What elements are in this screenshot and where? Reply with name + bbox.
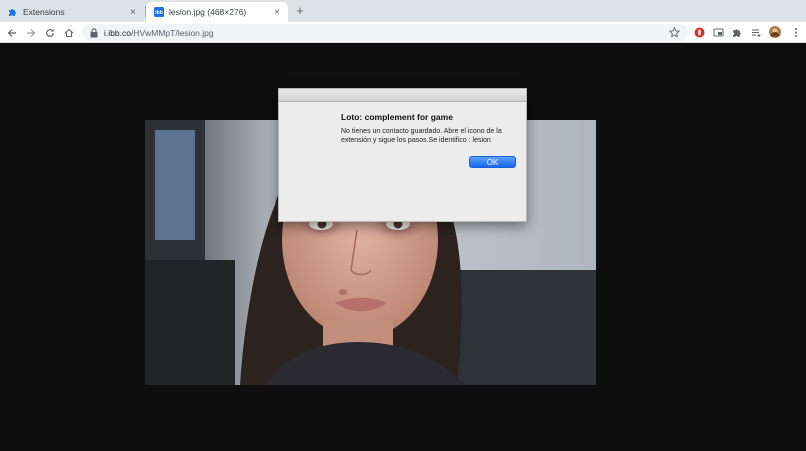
bookmark-star-icon[interactable] [668, 26, 681, 38]
menu-kebab-icon[interactable] [790, 27, 801, 38]
puzzle-icon [8, 7, 18, 17]
tab-title: lesion.jpg (468×276) [169, 7, 247, 17]
dialog-titlebar [279, 89, 526, 102]
page-viewport: Loto: complement for game No tienes un c… [0, 44, 806, 451]
svg-text:ibb: ibb [155, 10, 163, 16]
lock-icon[interactable] [90, 27, 99, 38]
cast-extension-icon[interactable] [713, 27, 724, 38]
new-tab-button[interactable]: + [293, 4, 307, 18]
address-bar[interactable]: i.ibb.co/HVwMMpT/lesion.jpg [82, 24, 688, 41]
extension-alert-dialog: Loto: complement for game No tienes un c… [278, 88, 527, 222]
home-icon[interactable] [62, 26, 76, 39]
back-icon[interactable] [5, 26, 19, 39]
tab-close-icon[interactable]: × [127, 6, 139, 18]
reading-list-icon[interactable] [751, 27, 762, 38]
tab-title: Extensions [23, 7, 65, 17]
forward-icon[interactable] [24, 26, 38, 39]
tab-extensions[interactable]: Extensions × [0, 2, 144, 22]
url-host: i.ibb.co [104, 27, 131, 38]
browser-toolbar: i.ibb.co/HVwMMpT/lesion.jpg [0, 22, 806, 43]
url-path: /HVwMMpT/lesion.jpg [130, 27, 214, 38]
tab-strip: Extensions × ibb lesion.jpg (468×276) × … [0, 0, 806, 22]
profile-avatar[interactable] [769, 26, 781, 38]
dialog-message: No tienes un contacto guardado. Abre el … [341, 128, 502, 144]
red-extension-icon[interactable] [694, 27, 705, 38]
tab-close-icon[interactable]: × [271, 6, 283, 18]
image-favicon-icon: ibb [154, 7, 164, 17]
tab-lesion-image[interactable]: ibb lesion.jpg (468×276) × [146, 2, 288, 22]
dialog-title: Loto: complement for game [341, 112, 453, 122]
ok-button[interactable]: OK [469, 156, 516, 168]
extensions-puzzle-icon[interactable] [732, 27, 743, 38]
reload-icon[interactable] [43, 26, 57, 39]
